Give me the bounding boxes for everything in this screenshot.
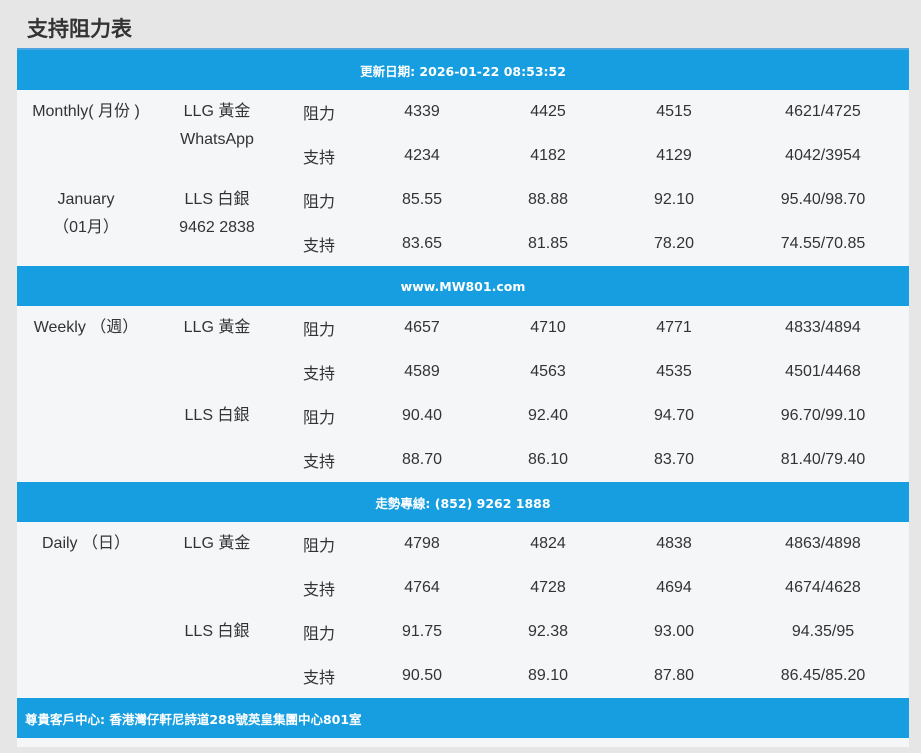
level-value: 88.88	[527, 191, 569, 208]
hotline-text: 走勢專線: (852) 9262 1888	[17, 482, 909, 522]
type-label: 阻力	[302, 194, 335, 211]
level-value: 4563	[530, 363, 566, 380]
level-value: 4182	[530, 147, 566, 164]
level-value: 4798	[404, 535, 440, 552]
address-text: 尊貴客戶中心: 香港灣仔軒尼詩道288號英皇集團中心801室	[17, 698, 909, 738]
level-value: 4339	[404, 103, 440, 120]
level-value: 81.85	[527, 235, 569, 252]
product-silver: LLS 白銀	[184, 407, 250, 424]
period-weekly: Weekly （週）	[33, 319, 139, 336]
product-silver: LLS 白銀	[184, 623, 250, 640]
level-value: 86.10	[527, 451, 569, 468]
product-silver: LLS 白銀 9462 2838	[155, 178, 279, 266]
level-value: 4425	[530, 103, 566, 120]
level-value: 95.40/98.70	[780, 191, 866, 208]
level-value: 4728	[530, 579, 566, 596]
product-name: LLG 黃金	[183, 103, 251, 120]
type-label: 支持	[302, 238, 335, 255]
level-value: 4771	[656, 319, 692, 336]
phone-number: 9462 2838	[179, 219, 255, 236]
type-label: 阻力	[302, 322, 335, 339]
update-date-text: 更新日期: 2026-01-22 08:53:52	[17, 50, 909, 90]
level-value: 4824	[530, 535, 566, 552]
level-value: 4694	[656, 579, 692, 596]
type-label: 支持	[302, 366, 335, 383]
level-value: 92.38	[527, 623, 569, 640]
level-value: 91.75	[401, 623, 443, 640]
level-value: 4764	[404, 579, 440, 596]
level-value: 4129	[656, 147, 692, 164]
level-value: 78.20	[653, 235, 695, 252]
level-value: 4833/4894	[785, 319, 861, 336]
page-title: 支持阻力表	[27, 17, 132, 41]
table-row: Weekly （週） LLG 黃金 阻力 4657 4710 4771 4833…	[17, 306, 909, 350]
level-value: 90.50	[401, 667, 443, 684]
period-monthly: Monthly( 月份 )	[17, 90, 155, 178]
period-daily: Daily （日）	[41, 535, 130, 552]
whatsapp-label: WhatsApp	[180, 131, 254, 148]
level-value: 94.70	[653, 407, 695, 424]
level-value: 74.55/70.85	[780, 235, 866, 252]
product-gold: LLG 黃金 WhatsApp	[155, 90, 279, 178]
level-value: 83.70	[653, 451, 695, 468]
level-value: 4674/4628	[785, 579, 861, 596]
level-value: 83.65	[401, 235, 443, 252]
level-value: 4657	[404, 319, 440, 336]
level-value: 92.10	[653, 191, 695, 208]
type-label: 支持	[302, 582, 335, 599]
level-value: 4710	[530, 319, 566, 336]
footer-banner: 尊貴客戶中心: 香港灣仔軒尼詩道288號英皇集團中心801室	[17, 698, 909, 738]
level-value: 4042/3954	[785, 147, 861, 164]
type-label: 阻力	[302, 410, 335, 427]
month-number: （01月）	[53, 219, 119, 236]
type-label: 支持	[302, 670, 335, 687]
level-value: 87.80	[653, 667, 695, 684]
level-value: 92.40	[527, 407, 569, 424]
table-row: Daily （日） LLG 黃金 阻力 4798 4824 4838 4863/…	[17, 522, 909, 566]
type-label: 阻力	[302, 106, 335, 123]
type-label: 支持	[302, 454, 335, 471]
level-value: 4234	[404, 147, 440, 164]
support-resistance-table: 更新日期: 2026-01-22 08:53:52 Monthly( 月份 ) …	[17, 50, 909, 738]
support-resistance-panel: 更新日期: 2026-01-22 08:53:52 Monthly( 月份 ) …	[17, 48, 909, 747]
product-gold: LLG 黃金	[183, 535, 251, 552]
update-date-banner: 更新日期: 2026-01-22 08:53:52	[17, 50, 909, 90]
level-value: 4863/4898	[785, 535, 861, 552]
level-value: 85.55	[401, 191, 443, 208]
month-label: January	[57, 191, 115, 208]
product-gold: LLG 黃金	[183, 319, 251, 336]
website-link[interactable]: www.MW801.com	[17, 266, 909, 306]
level-value: 4838	[656, 535, 692, 552]
level-value: 4589	[404, 363, 440, 380]
level-value: 94.35/95	[791, 623, 855, 640]
period-month-name: January （01月）	[17, 178, 155, 266]
type-label: 阻力	[302, 626, 335, 643]
level-value: 89.10	[527, 667, 569, 684]
level-value: 4621/4725	[785, 103, 861, 120]
level-value: 88.70	[401, 451, 443, 468]
level-value: 4535	[656, 363, 692, 380]
product-name: LLS 白銀	[184, 191, 250, 208]
hotline-banner: 走勢專線: (852) 9262 1888	[17, 482, 909, 522]
type-label: 支持	[302, 150, 335, 167]
period-label: Monthly( 月份 )	[32, 103, 140, 120]
table-row: Monthly( 月份 ) LLG 黃金 WhatsApp 阻力 4339 44…	[17, 90, 909, 148]
level-value: 90.40	[401, 407, 443, 424]
level-value: 96.70/99.10	[780, 407, 866, 424]
level-value: 4501/4468	[785, 363, 861, 380]
website-banner: www.MW801.com	[17, 266, 909, 306]
type-label: 阻力	[302, 538, 335, 555]
level-value: 86.45/85.20	[780, 667, 866, 684]
level-value: 93.00	[653, 623, 695, 640]
table-row: January （01月） LLS 白銀 9462 2838 阻力 85.55 …	[17, 178, 909, 236]
level-value: 4515	[656, 103, 692, 120]
level-value: 81.40/79.40	[780, 451, 866, 468]
